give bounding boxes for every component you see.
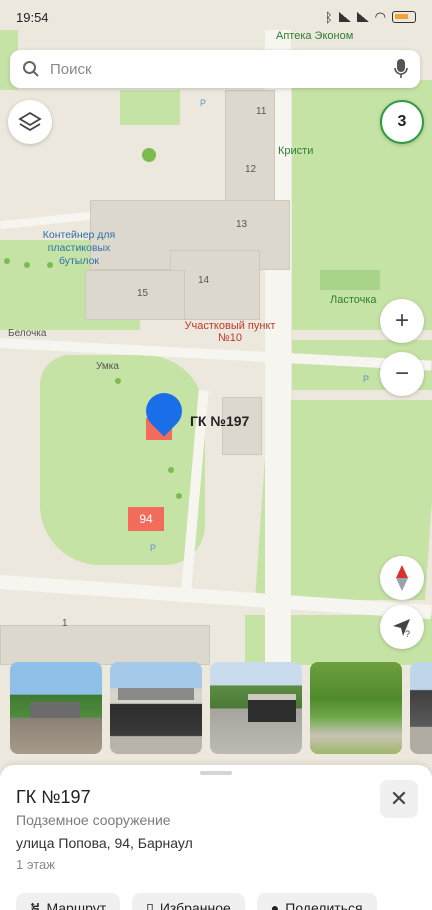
share-label: Поделиться — [285, 900, 363, 910]
house-number: 12 — [245, 164, 257, 175]
traffic-level-button[interactable]: 3 — [380, 100, 424, 144]
search-bar[interactable]: Поиск — [10, 50, 420, 88]
tree — [24, 262, 30, 268]
route-button[interactable]: ⛕ Маршрут — [16, 893, 121, 910]
zoom-in-button[interactable]: + — [380, 299, 424, 343]
bookmark-icon: ▯ — [146, 899, 154, 910]
tree — [115, 378, 121, 384]
signal-icon — [356, 12, 369, 22]
tree — [4, 258, 10, 264]
house-number: 11 — [256, 106, 267, 117]
zoom-out-button[interactable]: − — [380, 352, 424, 396]
photo-thumbnail[interactable] — [210, 662, 302, 754]
house-number: 15 — [137, 288, 149, 299]
building — [320, 270, 380, 290]
parking-icon: P — [200, 98, 207, 108]
route-label: Маршрут — [46, 900, 107, 910]
route-icon: ⛕ — [30, 898, 41, 910]
layers-icon — [18, 111, 42, 132]
share-button[interactable]: ● Поделиться — [256, 893, 377, 910]
poi-kristi-label[interactable]: Кристи — [278, 145, 313, 157]
favorite-label: Избранное — [159, 900, 231, 910]
compass-icon — [396, 565, 408, 591]
bluetooth-icon: ᛒ — [324, 9, 333, 25]
microphone-icon[interactable] — [394, 59, 408, 79]
action-bar: ⛕ Маршрут ▯ Избранное ● Поделиться — [16, 893, 377, 910]
poi-container-label[interactable]: Контейнер для пластиковых бутылок — [34, 229, 124, 268]
poi-lastochka-label[interactable]: Ласточка — [330, 294, 377, 306]
close-icon: ✕ — [389, 786, 409, 811]
tree — [176, 493, 182, 499]
photo-carousel[interactable] — [0, 662, 432, 756]
house-number: 14 — [198, 275, 210, 286]
building — [0, 625, 210, 665]
place-card[interactable]: ГК №197 Подземное сооружение улица Попов… — [0, 765, 432, 910]
favorite-button[interactable]: ▯ Избранное — [132, 893, 245, 910]
building-94[interactable]: 94 — [128, 507, 164, 531]
status-bar: 19:54 ᛒ ◠ — [0, 0, 432, 34]
my-location-button[interactable]: ? — [380, 605, 424, 649]
compass-button[interactable] — [380, 556, 424, 600]
layers-button[interactable] — [8, 100, 52, 144]
place-title: ГК №197 — [16, 787, 91, 807]
map[interactable]: Аптека Эконом 11 Кристи 12 13 Контейнер … — [0, 0, 432, 770]
location-hint: ? — [405, 629, 410, 638]
building — [85, 270, 185, 320]
signal-icon — [338, 12, 351, 22]
search-icon — [23, 61, 39, 77]
poi-belochka-label[interactable]: Белочка — [8, 328, 46, 339]
sheet-grabber[interactable] — [200, 771, 232, 775]
place-floor: 1 этаж — [16, 857, 55, 872]
building — [225, 90, 275, 210]
park-area — [120, 90, 180, 125]
photo-thumbnail[interactable] — [410, 662, 432, 754]
parking-icon: P — [363, 374, 370, 384]
photo-thumbnail[interactable] — [110, 662, 202, 754]
search-input[interactable]: Поиск — [50, 61, 394, 78]
close-button[interactable]: ✕ — [380, 780, 418, 818]
place-address[interactable]: улица Попова, 94, Барнаул — [16, 835, 193, 851]
house-number: 1 — [62, 618, 68, 629]
status-time: 19:54 — [16, 9, 49, 25]
park-area — [40, 355, 205, 565]
parking-icon: P — [150, 543, 157, 553]
photo-thumbnail[interactable] — [10, 662, 102, 754]
tree — [168, 467, 174, 473]
status-icons: ᛒ ◠ — [325, 9, 416, 25]
tree — [142, 148, 156, 162]
wifi-icon: ◠ — [374, 9, 386, 24]
house-number: 13 — [236, 219, 248, 230]
poi-umka-label[interactable]: Умка — [96, 361, 119, 372]
place-category: Подземное сооружение — [16, 812, 171, 828]
share-icon: ● — [270, 900, 280, 910]
poi-uchastkovy-label[interactable]: Участковый пункт №10 — [178, 320, 282, 344]
photo-thumbnail[interactable] — [310, 662, 402, 754]
battery-icon — [392, 11, 416, 23]
navigation-arrow-icon: ? — [393, 619, 410, 638]
selected-place-label: ГК №197 — [190, 413, 250, 429]
